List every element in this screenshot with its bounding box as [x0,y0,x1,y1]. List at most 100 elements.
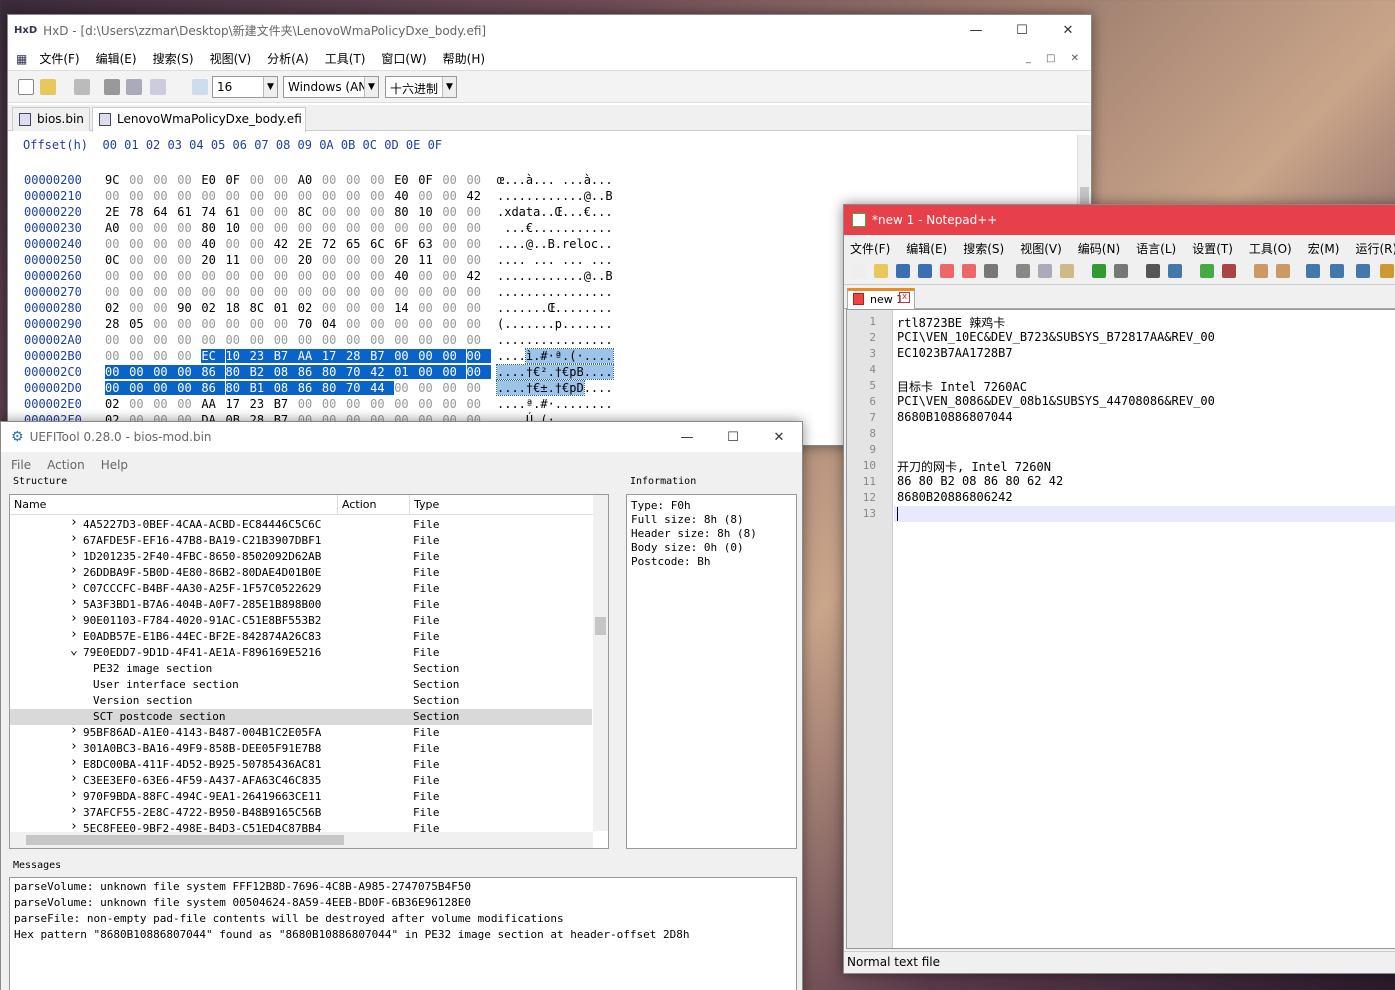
hex-byte[interactable]: 00 [370,301,396,315]
hex-byte[interactable]: 00 [226,285,252,299]
hex-byte[interactable]: 00 [153,301,179,315]
hex-byte[interactable]: 00 [153,317,179,331]
hex-byte[interactable]: 00 [274,189,300,203]
hex-byte[interactable]: 00 [322,301,348,315]
scroll-thumb[interactable] [595,617,606,635]
hex-byte[interactable]: 00 [105,269,131,283]
hex-byte[interactable]: 80 [394,205,420,219]
hex-byte[interactable]: 00 [322,333,348,347]
hex-byte[interactable]: 00 [177,221,203,235]
hex-byte[interactable]: 00 [105,237,131,251]
hex-byte[interactable]: 00 [153,285,179,299]
hex-byte[interactable]: 00 [442,237,468,251]
hex-byte[interactable]: 00 [177,173,203,187]
hex-byte[interactable]: 00 [105,285,131,299]
hex-byte[interactable]: B7 [274,397,300,411]
hex-byte[interactable]: 02 [105,301,131,315]
hex-byte[interactable]: B7 [273,349,298,363]
tree-row[interactable]: User interface section Section [10,677,592,693]
tree-row[interactable]: › 4A5227D3-0BEF-4CAA-ACBD-EC84446C5C6C Fil… [10,515,592,533]
hxd-menu-item[interactable]: 窗口(W) [373,50,434,67]
hex-byte[interactable]: 00 [129,381,154,395]
hex-byte[interactable]: 00 [105,189,131,203]
hex-byte[interactable]: 00 [346,301,372,315]
hex-byte[interactable]: 00 [105,381,130,395]
hex-byte[interactable]: 40 [201,237,227,251]
hex-byte[interactable]: 00 [177,189,203,203]
zoom-out-icon[interactable] [1222,264,1236,278]
col-action[interactable]: Action [342,498,376,511]
hex-byte[interactable]: 00 [177,381,202,395]
hex-byte[interactable]: 00 [442,285,468,299]
hex-byte[interactable]: 00 [177,397,203,411]
chevron-right-icon[interactable]: › [70,563,78,578]
hex-byte[interactable]: 00 [274,173,300,187]
hex-byte[interactable]: 14 [394,301,420,315]
hex-byte[interactable]: 00 [467,397,493,411]
message-line[interactable]: parseVolume: unknown file system FFF12B8… [14,880,471,893]
hex-byte[interactable]: 10 [226,221,252,235]
close-icon[interactable] [940,264,954,278]
hex-byte[interactable]: 00 [298,285,324,299]
hex-byte[interactable]: 20 [298,253,324,267]
hex-byte[interactable]: 42 [274,237,300,251]
hex-byte[interactable]: 80 [225,381,250,395]
new-file-icon[interactable] [18,79,34,95]
hex-ascii[interactable]: ....@..B.reloc.. [497,237,613,251]
hxd-menu-item[interactable]: 视图(V) [202,50,260,67]
tree-row[interactable]: › 5EC8FEE0-9BF2-498E-B4D3-C51ED4C87BB4 Fil… [10,819,592,837]
replace-icon[interactable] [1168,264,1182,278]
hex-byte[interactable]: 44 [370,381,395,395]
wrap-icon[interactable] [1306,264,1320,278]
hex-byte[interactable]: 00 [418,269,444,283]
hex-byte[interactable]: 00 [418,285,444,299]
hex-byte[interactable]: 00 [346,333,372,347]
hex-byte[interactable]: 42 [370,365,395,379]
hex-byte[interactable]: 63 [418,237,444,251]
hex-byte[interactable]: 00 [467,173,493,187]
hex-byte[interactable]: 86 [297,381,322,395]
hex-byte[interactable]: 00 [274,333,300,347]
hex-byte[interactable]: 00 [467,301,493,315]
npp-titlebar[interactable]: *new 1 - Notepad++ [844,205,1395,235]
hex-byte[interactable]: 00 [201,269,227,283]
hex-byte[interactable]: 00 [274,317,300,331]
hex-byte[interactable]: 00 [394,397,420,411]
hex-byte[interactable]: 00 [322,285,348,299]
hex-byte[interactable]: 00 [346,253,372,267]
hex-byte[interactable]: 00 [370,173,396,187]
hex-ascii[interactable]: ....†€±.†€pD.... [496,380,613,396]
hex-ascii[interactable]: ....ì.#·ª.(·.... [497,348,614,364]
npp-menu-item[interactable]: 运行(R) [1347,240,1395,257]
hex-byte[interactable]: 00 [177,285,203,299]
hex-byte[interactable]: 00 [467,317,493,331]
hex-byte[interactable]: 00 [153,189,179,203]
hex-byte[interactable]: 78 [129,205,155,219]
find-icon[interactable] [1146,264,1160,278]
hex-byte[interactable]: 00 [129,397,155,411]
chevron-right-icon[interactable]: › [70,547,78,562]
hex-byte[interactable]: 00 [274,253,300,267]
hex-ascii[interactable]: ............@..B [497,269,613,283]
hex-byte[interactable]: 00 [467,237,493,251]
hex-byte[interactable]: 00 [226,269,252,283]
tree-row[interactable]: › 1D201235-2F40-4FBC-8650-8502092D62AB Fil… [10,547,592,565]
open-ram-icon[interactable] [126,79,142,95]
hex-byte[interactable]: 11 [418,253,444,267]
hex-byte[interactable]: 28 [105,317,131,331]
hex-byte[interactable]: 10 [225,349,250,363]
hxd-titlebar[interactable]: HxD HxD - [d:\Users\zzmar\Desktop\新建文件夹\… [8,15,1091,45]
hex-byte[interactable]: A0 [105,221,131,235]
npp-menu-item[interactable]: 设置(T) [1184,240,1241,257]
new-icon[interactable] [852,264,866,278]
hex-byte[interactable]: 80 [201,221,227,235]
chevron-right-icon[interactable]: › [70,579,78,594]
hex-byte[interactable]: 04 [322,317,348,331]
hex-byte[interactable]: 00 [346,205,372,219]
chevron-right-icon[interactable]: › [70,627,78,642]
hex-byte[interactable]: 00 [129,349,155,363]
hex-byte[interactable]: 00 [129,173,155,187]
hex-byte[interactable]: 00 [467,285,493,299]
npp-menu-item[interactable]: 语言(L) [1128,240,1184,257]
hex-byte[interactable]: 6C [370,237,396,251]
